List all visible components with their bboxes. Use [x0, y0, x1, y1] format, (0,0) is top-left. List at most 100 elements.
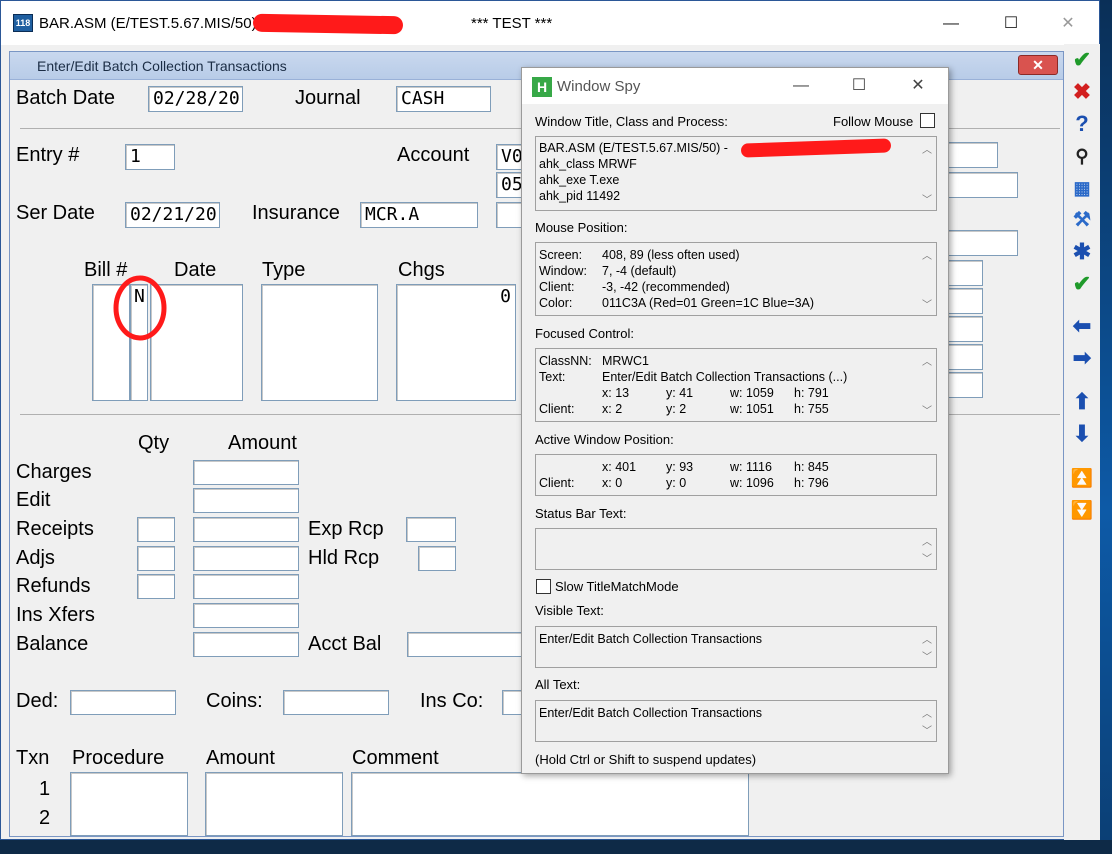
active-section-label: Active Window Position: [535, 432, 674, 447]
title-info-box[interactable]: BAR.ASM (E/TEST.5.67.MIS/50) - ahk_class… [535, 136, 937, 211]
scroll-up-icon[interactable]: ︿ [922, 705, 932, 720]
refunds-qty-field[interactable] [137, 574, 175, 599]
insurance-field[interactable]: MCR.A [360, 202, 478, 228]
receipts-amount-field[interactable] [193, 517, 299, 542]
pid-line: ahk_pid 11492 [539, 189, 621, 203]
active-info-box[interactable]: x: 401 y: 93 w: 1116 h: 845 Client: x: 0… [535, 454, 937, 496]
maximize-button[interactable]: ☐ [996, 11, 1026, 37]
focused-info-box[interactable]: ClassNN: MRWC1 Text: Enter/Edit Batch Co… [535, 348, 937, 422]
double-down-icon[interactable]: ⏬ [1068, 496, 1096, 524]
scroll-down-icon[interactable]: ﹀ [922, 550, 932, 565]
all-text-box[interactable]: Enter/Edit Batch Collection Transactions… [535, 700, 937, 742]
side-field-4[interactable] [943, 344, 983, 370]
arrow-left-icon[interactable]: ⬅ [1068, 312, 1096, 340]
scroll-down-icon[interactable]: ﹀ [922, 722, 932, 737]
text-label: Text: [539, 370, 566, 384]
spy-close-button[interactable]: ✕ [903, 74, 933, 98]
balance-amount-field[interactable] [193, 632, 299, 657]
charges-amount-field[interactable] [193, 460, 299, 485]
comment-label: Comment [352, 747, 439, 769]
side-field-2[interactable] [943, 288, 983, 314]
active-client-w: w: 1096 [730, 476, 774, 490]
check-icon[interactable]: ✔ [1068, 46, 1096, 74]
focused-client-y: y: 2 [666, 402, 687, 416]
main-titlebar[interactable]: 118 BAR.ASM (E/TEST.5.67.MIS/50) - *** T… [1, 1, 1099, 45]
procedure-list[interactable] [70, 772, 188, 836]
edit-amount-field[interactable] [193, 488, 299, 513]
binoculars-icon[interactable]: ⚲ [1068, 142, 1096, 170]
hld-rcp-field[interactable] [418, 546, 456, 571]
ins-xfers-amount-field[interactable] [193, 603, 299, 628]
scroll-up-icon[interactable]: ︿ [922, 631, 932, 646]
double-up-icon[interactable]: ⏫ [1068, 464, 1096, 492]
comment-list[interactable] [351, 772, 749, 836]
coins-field[interactable] [283, 690, 389, 715]
insurance-extra-field-2[interactable] [943, 230, 1018, 256]
txn-amount-list[interactable] [205, 772, 343, 836]
title-section-label: Window Title, Class and Process: [535, 114, 728, 129]
side-field-3[interactable] [943, 316, 983, 342]
active-h: h: 845 [794, 460, 829, 474]
exp-rcp-field[interactable] [406, 517, 456, 542]
focused-section-label: Focused Control: [535, 326, 634, 341]
mouse-info-box[interactable]: Screen: 408, 89 (less often used) Window… [535, 242, 937, 316]
scroll-down-icon[interactable]: ﹀ [922, 191, 932, 206]
minimize-button[interactable]: — [936, 11, 966, 37]
scroll-up-icon[interactable]: ︿ [922, 141, 932, 156]
close-button[interactable]: ✕ [1053, 11, 1083, 37]
spy-maximize-button[interactable]: ☐ [844, 74, 874, 98]
side-field-5[interactable] [943, 372, 983, 398]
ser-date-field[interactable]: 02/21/20 [125, 202, 220, 228]
account-extra-field[interactable] [943, 142, 998, 168]
scroll-down-icon[interactable]: ﹀ [922, 648, 932, 663]
visible-text: Enter/Edit Batch Collection Transactions [539, 632, 763, 646]
ins-co-label: Ins Co: [420, 690, 484, 712]
follow-mouse-checkbox[interactable] [920, 113, 935, 128]
spy-titlebar[interactable]: H Window Spy — ☐ ✕ [522, 68, 948, 104]
scroll-up-icon[interactable]: ︿ [922, 533, 932, 548]
journal-field[interactable]: CASH [396, 86, 491, 112]
ded-field[interactable] [70, 690, 176, 715]
calendar-icon[interactable]: ▦ [1068, 174, 1096, 202]
status-section-label: Status Bar Text: [535, 506, 627, 521]
scroll-down-icon[interactable]: ﹀ [922, 402, 932, 417]
refunds-amount-field[interactable] [193, 574, 299, 599]
balance-label: Balance [16, 633, 89, 655]
exp-rcp-label: Exp Rcp [308, 518, 384, 540]
type-list[interactable] [261, 284, 378, 401]
screen-value: 408, 89 (less often used) [602, 248, 740, 262]
acct-bal-field[interactable] [407, 632, 527, 657]
edit-label: Edit [16, 489, 51, 511]
adjs-qty-field[interactable] [137, 546, 175, 571]
window-spy: H Window Spy — ☐ ✕ Window Title, Class a… [521, 67, 949, 774]
entry-label: Entry # [16, 144, 80, 166]
txn-row-1: 1 [39, 778, 51, 800]
scroll-up-icon[interactable]: ︿ [922, 247, 932, 262]
arrow-right-icon[interactable]: ➡ [1068, 344, 1096, 372]
batch-date-field[interactable]: 02/28/20 [148, 86, 243, 112]
focused-client-h: h: 755 [794, 402, 829, 416]
spy-minimize-button[interactable]: — [786, 74, 816, 98]
chgs-list[interactable]: 0 [396, 284, 516, 401]
color-value: 011C3A (Red=01 Green=1C Blue=3A) [602, 296, 815, 310]
side-field-1[interactable] [943, 260, 983, 286]
check-all-icon[interactable]: ✔ [1068, 270, 1096, 298]
scroll-down-icon[interactable]: ﹀ [922, 296, 932, 311]
scroll-up-icon[interactable]: ︿ [922, 353, 932, 368]
form-close-button[interactable]: ✕ [1018, 55, 1058, 75]
visible-text-box[interactable]: Enter/Edit Batch Collection Transactions… [535, 626, 937, 668]
status-bar-box[interactable]: ︿ ﹀ [535, 528, 937, 570]
entry-field[interactable]: 1 [125, 144, 175, 170]
arrow-down-icon[interactable]: ⬇ [1068, 420, 1096, 448]
account-extra-field-2[interactable] [943, 172, 1018, 198]
redaction-mark [252, 13, 404, 35]
adjs-amount-field[interactable] [193, 546, 299, 571]
receipts-qty-field[interactable] [137, 517, 175, 542]
window-title: BAR.ASM (E/TEST.5.67.MIS/50) - [39, 15, 266, 32]
arrow-up-icon[interactable]: ⬆ [1068, 388, 1096, 416]
cancel-icon[interactable]: ✖ [1068, 78, 1096, 106]
slow-title-checkbox[interactable] [536, 579, 551, 594]
asterisk-icon[interactable]: ✱ [1068, 238, 1096, 266]
tools-icon[interactable]: ⚒ [1068, 206, 1096, 234]
help-icon[interactable]: ? [1068, 110, 1096, 138]
